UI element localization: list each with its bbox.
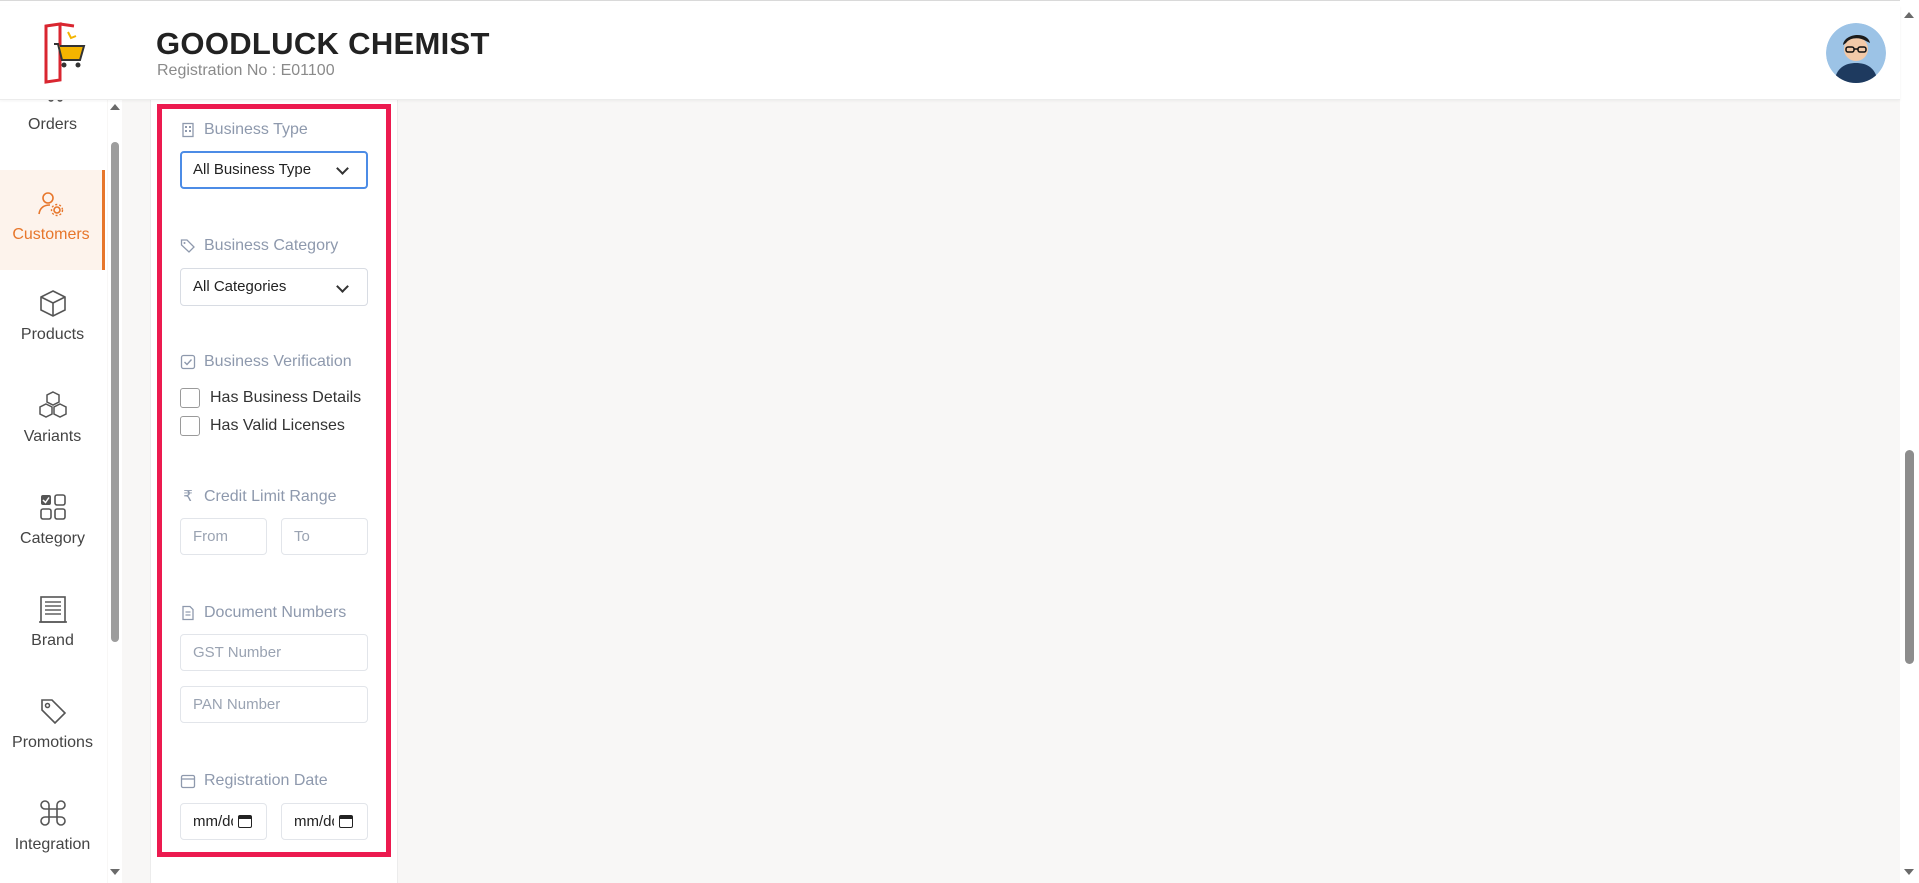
scrollbar-thumb[interactable] xyxy=(1905,450,1914,664)
sidebar-scrollbar[interactable] xyxy=(108,100,122,883)
sidebar-item-label: Customers xyxy=(12,226,90,243)
sidebar-item-customers[interactable]: Customers xyxy=(0,170,105,270)
sidebar-item-label: Orders xyxy=(28,116,77,133)
sidebar-item-variants[interactable]: Variants xyxy=(0,390,105,490)
sidebar: Orders Customers Products Variants Categ… xyxy=(0,100,107,883)
sidebar-item-label: Promotions xyxy=(12,734,93,751)
registration-number: Registration No : E01100 xyxy=(157,62,335,79)
main-content xyxy=(399,100,1900,883)
sidebar-item-products[interactable]: Products xyxy=(0,288,105,388)
cart-icon xyxy=(47,100,63,102)
highlight-box xyxy=(157,104,391,857)
scroll-up-arrow-icon[interactable] xyxy=(110,104,120,110)
store-name: GOODLUCK CHEMIST xyxy=(156,26,490,61)
user-avatar[interactable] xyxy=(1826,23,1886,83)
grid-icon xyxy=(39,494,66,520)
app-logo[interactable] xyxy=(38,22,86,84)
tag-icon xyxy=(40,699,66,725)
user-gear-icon xyxy=(38,192,64,217)
command-icon xyxy=(39,800,66,826)
sidebar-item-integration[interactable]: Integration xyxy=(0,798,105,883)
sidebar-item-label: Category xyxy=(20,530,85,547)
scroll-down-arrow-icon[interactable] xyxy=(110,869,120,875)
boxes-icon xyxy=(38,391,67,418)
sidebar-item-promotions[interactable]: Promotions xyxy=(0,696,105,796)
sidebar-item-category[interactable]: Category xyxy=(0,492,105,592)
sidebar-item-label: Variants xyxy=(23,428,82,445)
sidebar-item-label: Products xyxy=(20,326,85,343)
box-icon xyxy=(39,290,66,317)
sidebar-item-label: Brand xyxy=(31,632,74,649)
sidebar-item-orders[interactable]: Orders xyxy=(0,100,105,178)
scroll-up-arrow-icon[interactable] xyxy=(1904,12,1914,18)
sidebar-item-brand[interactable]: Brand xyxy=(0,594,105,694)
scrollbar-thumb[interactable] xyxy=(111,142,119,642)
app-header: GOODLUCK CHEMIST Registration No : E0110… xyxy=(0,6,1900,100)
page-scrollbar[interactable] xyxy=(1900,0,1919,883)
building-icon xyxy=(38,596,67,623)
sidebar-item-label: Integration xyxy=(14,836,91,853)
scroll-down-arrow-icon[interactable] xyxy=(1904,869,1914,875)
